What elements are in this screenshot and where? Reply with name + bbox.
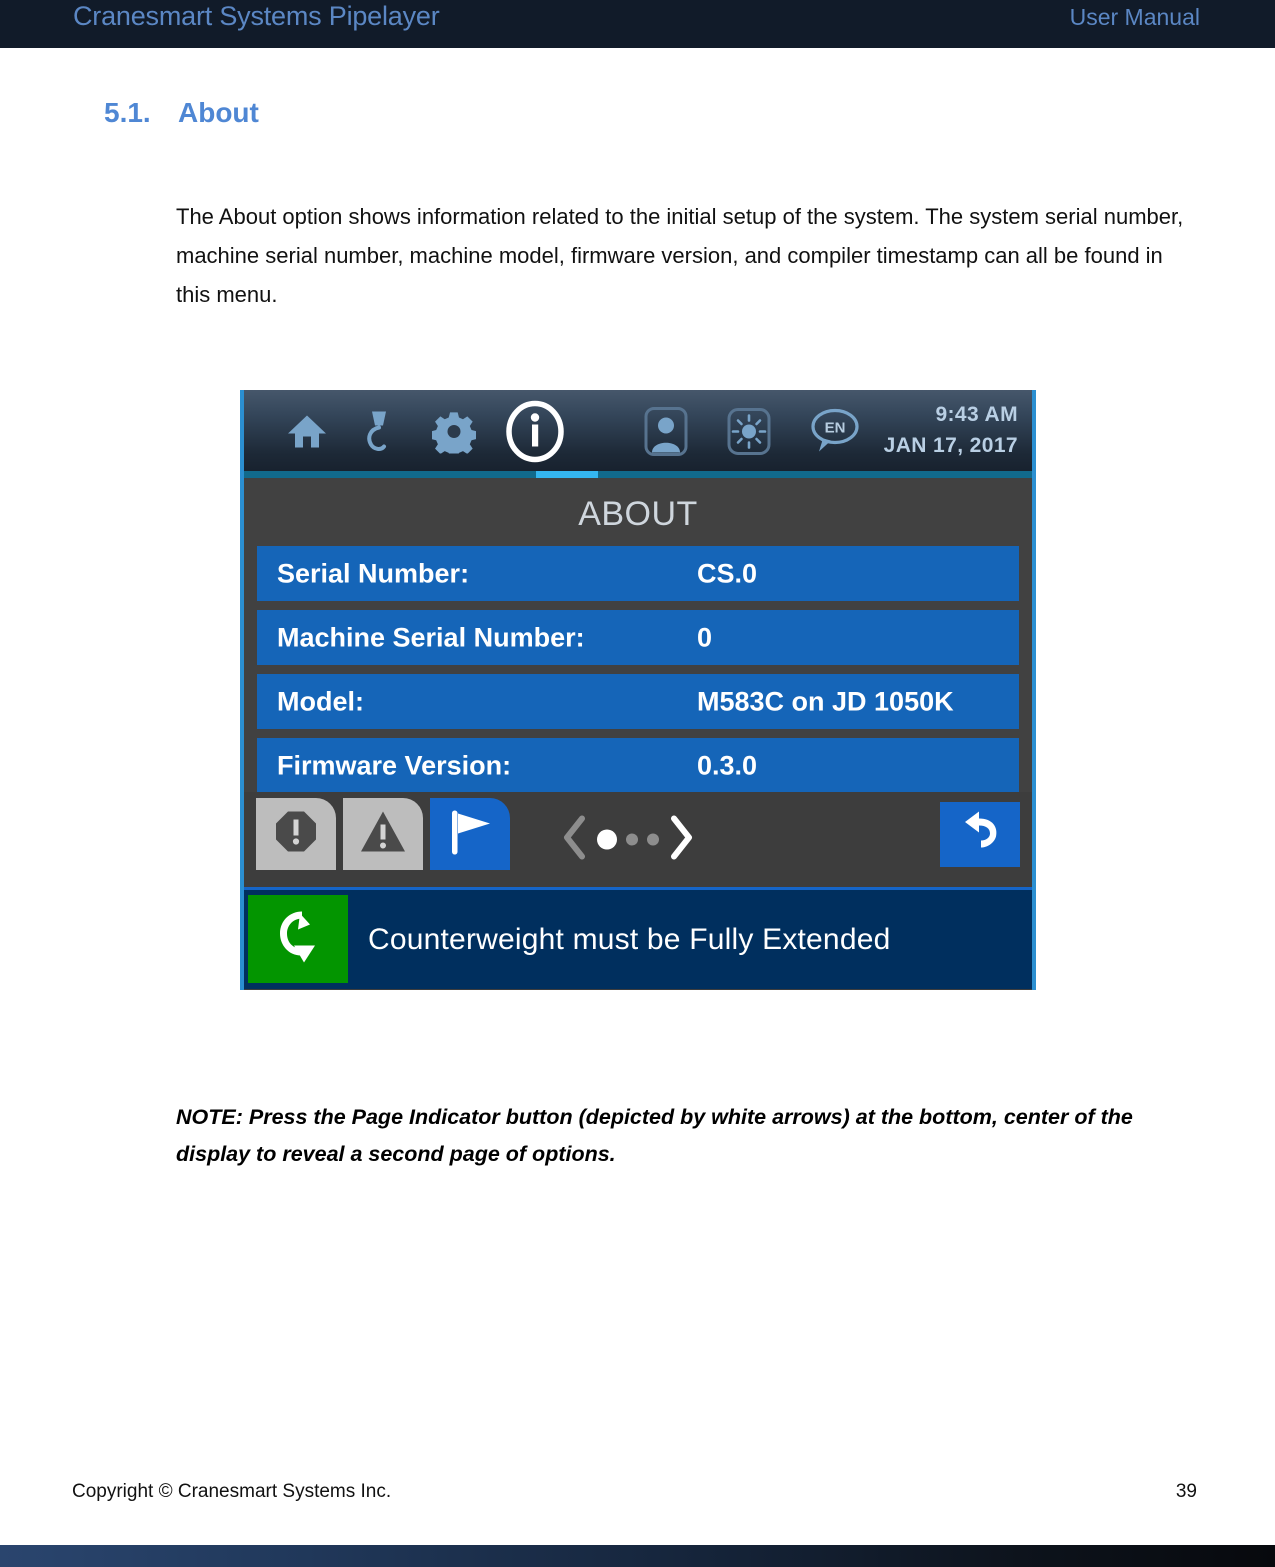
back-arrow-icon — [957, 809, 1003, 860]
table-row[interactable]: Serial Number: CS.0 — [257, 546, 1019, 601]
page-dot[interactable] — [626, 833, 638, 846]
device-button-bar — [244, 792, 1032, 887]
row-label: Serial Number: — [277, 558, 470, 588]
active-tab-indicator — [536, 471, 598, 478]
device-screenshot: EN 9:43 AM JAN 17, 2017 ABOUT Serial Num… — [240, 390, 1036, 990]
section-title: About — [178, 97, 259, 128]
toolbar-time: 9:43 AM — [935, 403, 1018, 426]
status-message: Counterweight must be Fully Extended — [368, 922, 891, 956]
screen-title: ABOUT — [578, 495, 698, 533]
gear-icon[interactable] — [431, 410, 477, 459]
triangle-exclamation-icon — [359, 810, 407, 859]
flag-tab[interactable] — [430, 798, 510, 870]
page-indicator[interactable] — [562, 814, 694, 865]
row-value: M583C on JD 1050K — [697, 686, 954, 716]
back-button[interactable] — [940, 802, 1020, 867]
table-row[interactable]: Firmware Version: 0.3.0 — [257, 738, 1019, 793]
crane-hook-icon[interactable] — [362, 410, 394, 459]
language-icon[interactable]: EN — [809, 406, 861, 463]
flag-icon — [444, 807, 496, 862]
user-icon[interactable] — [644, 407, 688, 462]
document-title: Cranesmart Systems Pipelayer — [73, 1, 440, 31]
page-dot-active[interactable] — [597, 829, 617, 850]
table-row[interactable]: Machine Serial Number: 0 — [257, 610, 1019, 665]
page-title: 5.1. About — [104, 97, 259, 129]
section-number: 5.1. — [104, 97, 151, 128]
brightness-icon[interactable] — [727, 407, 771, 462]
table-row[interactable]: Model: M583C on JD 1050K — [257, 674, 1019, 729]
footer-accent-bar — [0, 1545, 1275, 1567]
next-page-chevron[interactable] — [668, 814, 694, 865]
footer-page-number: 39 — [1175, 1481, 1197, 1502]
row-value: 0 — [697, 622, 713, 652]
svg-text:EN: EN — [825, 420, 846, 437]
row-label: Machine Serial Number: — [277, 622, 585, 652]
warning-tab[interactable] — [343, 798, 423, 870]
body-paragraph: The About option shows information relat… — [176, 204, 1184, 307]
toolbar-underline — [244, 471, 1032, 478]
document-subtitle: User Manual — [1069, 4, 1200, 30]
toolbar-date: JAN 17, 2017 — [883, 434, 1018, 457]
toolbar-datetime: 9:43 AM JAN 17, 2017 — [884, 399, 1018, 461]
row-label: Model: — [277, 686, 364, 716]
prev-page-chevron[interactable] — [562, 814, 588, 865]
device-status-bar: Counterweight must be Fully Extended — [244, 887, 1032, 989]
footer-copyright: Copyright © Cranesmart Systems Inc. — [72, 1481, 392, 1502]
row-label: Firmware Version: — [277, 750, 512, 780]
row-value: CS.0 — [697, 558, 758, 588]
device-content: ABOUT Serial Number: CS.0 Machine Serial… — [244, 478, 1032, 793]
status-badge — [248, 895, 348, 983]
home-icon[interactable] — [286, 412, 328, 457]
about-rows: Serial Number: CS.0 Machine Serial Numbe… — [244, 546, 1032, 793]
octagon-exclamation-icon — [273, 809, 319, 860]
note-paragraph: NOTE: Press the Page Indicator button (d… — [176, 1105, 1133, 1166]
page-dot[interactable] — [647, 833, 659, 846]
row-value: 0.3.0 — [697, 750, 758, 780]
info-icon[interactable] — [504, 400, 566, 468]
device-toolbar: EN 9:43 AM JAN 17, 2017 — [244, 390, 1032, 478]
swing-arrow-icon — [270, 908, 326, 971]
alarm-tab[interactable] — [256, 798, 336, 870]
page-header: Cranesmart Systems Pipelayer User Manual — [0, 0, 1275, 48]
